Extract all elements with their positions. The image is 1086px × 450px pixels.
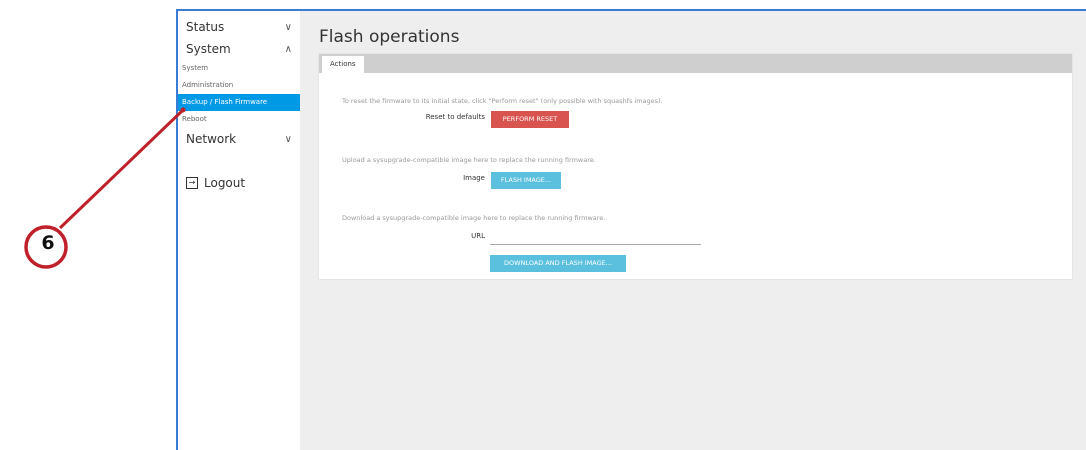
annotation-callout — [24, 107, 186, 269]
annotation-pointer-dot — [180, 107, 186, 113]
annotation-number: 6 — [41, 232, 55, 254]
annotation-pointer-line — [58, 109, 184, 230]
